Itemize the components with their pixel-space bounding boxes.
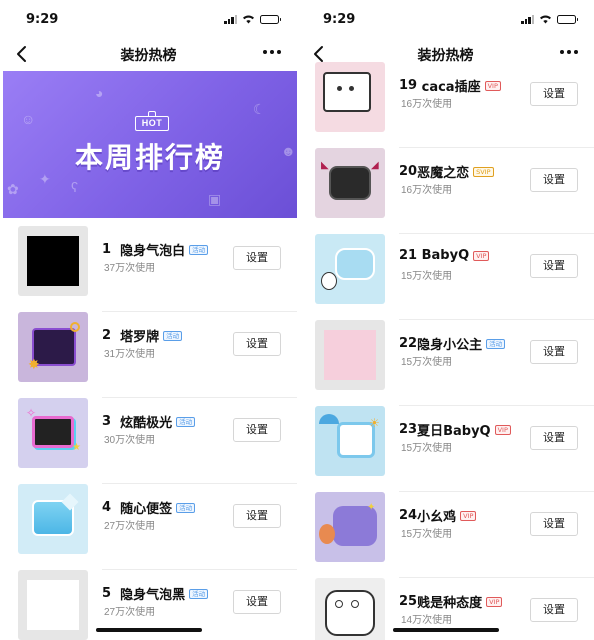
signal-icon	[224, 14, 237, 24]
usage-count: 15万次使用	[401, 443, 453, 454]
set-button[interactable]: 设置	[530, 254, 578, 278]
usage-count: 30万次使用	[104, 435, 156, 446]
vip-tag: VIP	[473, 250, 490, 261]
item-thumbnail: ◣ ◢	[315, 148, 385, 218]
usage-count: 15万次使用	[401, 529, 453, 540]
usage-count: 37万次使用	[104, 263, 156, 274]
signal-icon	[521, 14, 534, 24]
item-name: 22 隐身小公主 活动	[399, 334, 506, 353]
moon-deco-icon: ☾	[253, 101, 266, 117]
activity-tag: 活动	[176, 416, 196, 427]
usage-count: 27万次使用	[104, 521, 156, 532]
item-thumbnail	[18, 484, 88, 554]
usage-count: 16万次使用	[401, 185, 453, 196]
more-icon[interactable]	[261, 44, 283, 60]
banner-headline: 本周排行榜	[74, 141, 225, 174]
activity-tag: 活动	[176, 502, 196, 513]
item-name: 25 贱是种态度 VIP	[399, 592, 503, 611]
list-item[interactable]: ✧ ★ 3 炫酷极光 活动 30万次使用 设置	[18, 398, 297, 484]
usage-count: 16万次使用	[401, 99, 453, 110]
svip-tag: SVIP	[473, 166, 494, 177]
status-icons	[521, 14, 578, 24]
list-item[interactable]: ◣ ◢ 20 恶魔之恋 SVIP 16万次使用 设置	[315, 148, 594, 234]
usage-count: 14万次使用	[401, 615, 453, 626]
usage-count: 31万次使用	[104, 349, 156, 360]
item-thumbnail	[315, 578, 385, 640]
item-thumbnail	[315, 62, 385, 132]
item-thumbnail: ☀	[315, 406, 385, 476]
status-bar: 9:29	[297, 0, 594, 40]
activity-tag: 活动	[163, 330, 183, 341]
activity-tag: 活动	[189, 588, 209, 599]
item-name: 1 隐身气泡白 活动	[102, 240, 209, 259]
list-item[interactable]: 22 隐身小公主 活动 15万次使用 设置	[315, 320, 594, 406]
home-indicator	[393, 628, 499, 632]
item-name: 23 夏日BabyQ VIP	[399, 420, 511, 439]
face-deco-icon: ◕	[95, 85, 104, 101]
page-title: 装扮热榜	[120, 48, 177, 64]
set-button[interactable]: 设置	[233, 246, 281, 270]
hot-badge: HOT	[135, 111, 169, 131]
set-button[interactable]: 设置	[530, 426, 578, 450]
battery-icon	[260, 14, 281, 24]
set-button[interactable]: 设置	[530, 168, 578, 192]
activity-tag: 活动	[486, 338, 506, 349]
card-deco-icon: ▣	[208, 191, 222, 207]
list-item[interactable]: 21 BabyQ VIP 15万次使用 设置	[315, 234, 594, 320]
wifi-icon	[243, 15, 254, 24]
gift-deco-icon: ✿	[7, 181, 19, 197]
set-button[interactable]: 设置	[530, 598, 578, 622]
list-item[interactable]: ✦ 24 小幺鸡 VIP 15万次使用 设置	[315, 492, 594, 578]
item-thumbnail	[315, 234, 385, 304]
item-thumbnail	[18, 226, 88, 296]
set-button[interactable]: 设置	[233, 504, 281, 528]
status-bar: 9:29	[0, 0, 297, 40]
list-item[interactable]: 1 隐身气泡白 活动 37万次使用 设置	[18, 226, 297, 312]
set-button[interactable]: 设置	[233, 590, 281, 614]
item-name: 2 塔罗牌 活动	[102, 326, 183, 345]
set-button[interactable]: 设置	[233, 418, 281, 442]
item-thumbnail: ✸	[18, 312, 88, 382]
item-name: 24 小幺鸡 VIP	[399, 506, 477, 525]
list-item[interactable]: ✸ 2 塔罗牌 活动 31万次使用 设置	[18, 312, 297, 398]
vip-tag: VIP	[486, 596, 503, 607]
list-item[interactable]: ☀ 23 夏日BabyQ VIP 15万次使用 设置	[315, 406, 594, 492]
more-icon[interactable]	[558, 44, 580, 60]
vip-tag: VIP	[484, 80, 501, 91]
status-time: 9:29	[26, 12, 59, 27]
item-name: 5 隐身气泡黑 活动	[102, 584, 209, 603]
item-thumbnail	[315, 320, 385, 390]
home-indicator	[96, 628, 202, 632]
item-name: 19 caca插座 VIP	[399, 76, 501, 95]
item-name: 3 炫酷极光 活动	[102, 412, 196, 431]
wifi-icon	[540, 15, 551, 24]
set-button[interactable]: 设置	[530, 340, 578, 364]
vip-tag: VIP	[494, 424, 511, 435]
nav-bar: 装扮热榜	[0, 40, 297, 70]
vip-tag: VIP	[460, 510, 477, 521]
item-thumbnail: ✦	[315, 492, 385, 562]
set-button[interactable]: 设置	[233, 332, 281, 356]
right-screen: 9:29 装扮热榜 19 caca插座 VIP 16万次使用 设置 ◣ ◢ 20…	[297, 0, 594, 640]
status-time: 9:29	[323, 12, 356, 27]
item-thumbnail	[18, 570, 88, 640]
item-name: 20 恶魔之恋 SVIP	[399, 162, 494, 181]
usage-count: 15万次使用	[401, 357, 453, 368]
item-name: 21 BabyQ VIP	[399, 248, 490, 263]
list-item[interactable]: 19 caca插座 VIP 16万次使用 设置	[315, 62, 594, 148]
usage-count: 27万次使用	[104, 607, 156, 618]
item-thumbnail: ✧ ★	[18, 398, 88, 468]
smile-deco-icon: ☺	[21, 111, 36, 127]
list-item[interactable]: 4 随心便签 活动 27万次使用 设置	[18, 484, 297, 570]
battery-icon	[557, 14, 578, 24]
activity-tag: 活动	[189, 244, 209, 255]
bear-deco-icon: ʕ	[71, 179, 78, 195]
set-button[interactable]: 设置	[530, 82, 578, 106]
usage-count: 15万次使用	[401, 271, 453, 282]
set-button[interactable]: 设置	[530, 512, 578, 536]
ranking-banner: ☺ ◕ ✦ ☾ ☻ ▣ ✿ ʕ HOT 本周排行榜	[3, 71, 297, 218]
status-icons	[224, 14, 281, 24]
left-screen: 9:29 装扮热榜 ☺ ◕ ✦ ☾ ☻ ▣ ✿ ʕ HOT 本周排行榜 1 隐身…	[0, 0, 297, 640]
item-name: 4 随心便签 活动	[102, 498, 196, 517]
